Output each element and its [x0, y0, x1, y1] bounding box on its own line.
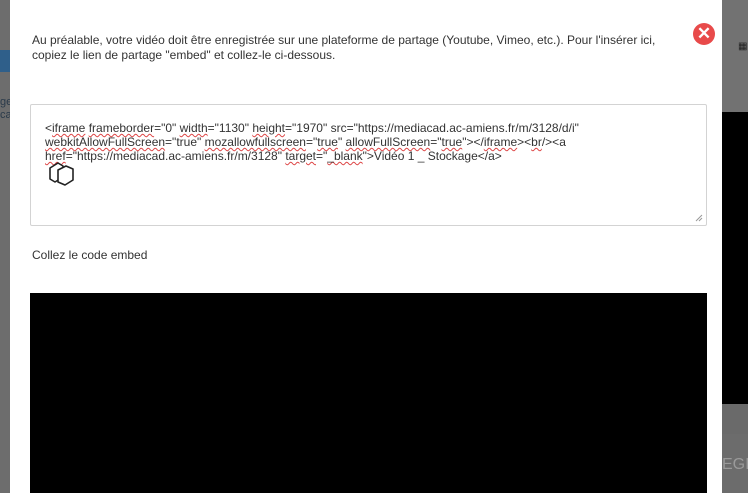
- embed-code-textarea[interactable]: <iframe frameborder="0" width="1130" hei…: [30, 104, 707, 226]
- embed-code-segment: "></: [462, 135, 484, 149]
- spellcheck-word: iframe: [483, 135, 518, 149]
- background-left-panel: [0, 0, 10, 493]
- embed-code-segment: ="0": [154, 121, 180, 135]
- grid-icon: ▦: [738, 41, 748, 52]
- spellcheck-word: _blank: [327, 149, 363, 163]
- spellcheck-word: webkitAllowFullScreen: [45, 135, 166, 149]
- embed-code-segment: ">Vidéo 1 _ Stockage</a>: [362, 149, 502, 163]
- embed-code-segment: /><a: [541, 135, 566, 149]
- background-video-area: [722, 112, 748, 404]
- spellcheck-word: height: [252, 121, 286, 135]
- spellcheck-word: true: [441, 135, 463, 149]
- embed-code-text[interactable]: <iframe frameborder="0" width="1130" hei…: [45, 121, 685, 163]
- background-left-accent: [0, 50, 10, 72]
- spellcheck-word: mozallowfullscreen: [204, 135, 306, 149]
- spellcheck-word: true: [317, 135, 338, 149]
- resize-handle[interactable]: [695, 214, 703, 222]
- embed-code-segment: =": [316, 149, 328, 163]
- spellcheck-word: frameborder: [88, 121, 155, 135]
- paste-embed-label: Collez le code embed: [32, 248, 148, 262]
- spellcheck-word: br: [531, 135, 542, 149]
- embed-code-segment: <: [45, 121, 53, 135]
- spellcheck-word: allowFullScreen: [345, 135, 431, 149]
- video-preview[interactable]: [30, 293, 707, 493]
- embed-video-modal: Au préalable, votre vidéo doit être enre…: [10, 0, 722, 493]
- embed-code-segment: ="1970" src="https://mediacad.ac-amiens.…: [285, 121, 579, 135]
- embed-code-segment: ><: [517, 135, 532, 149]
- background-left-text: ge cap: [0, 96, 10, 121]
- spellcheck-word: target: [285, 149, 316, 163]
- close-icon[interactable]: ✕: [693, 23, 715, 45]
- background-save-button: EGI: [722, 434, 748, 493]
- embed-code-segment: ="true": [165, 135, 205, 149]
- embed-code-segment: ="1130": [207, 121, 253, 135]
- spellcheck-word: iframe: [52, 121, 86, 135]
- background-right-bar: [722, 404, 748, 434]
- embed-code-segment: ="https://mediacad.ac-amiens.fr/m/3128": [65, 149, 286, 163]
- background-right-top: [722, 0, 748, 112]
- spellcheck-word: width: [179, 121, 208, 135]
- embed-code-segment: ": [337, 135, 346, 149]
- embed-code-segment: =": [305, 135, 318, 149]
- copy-icon[interactable]: [47, 161, 77, 187]
- modal-instructions: Au préalable, votre vidéo doit être enre…: [32, 33, 656, 62]
- embed-code-segment: =": [430, 135, 442, 149]
